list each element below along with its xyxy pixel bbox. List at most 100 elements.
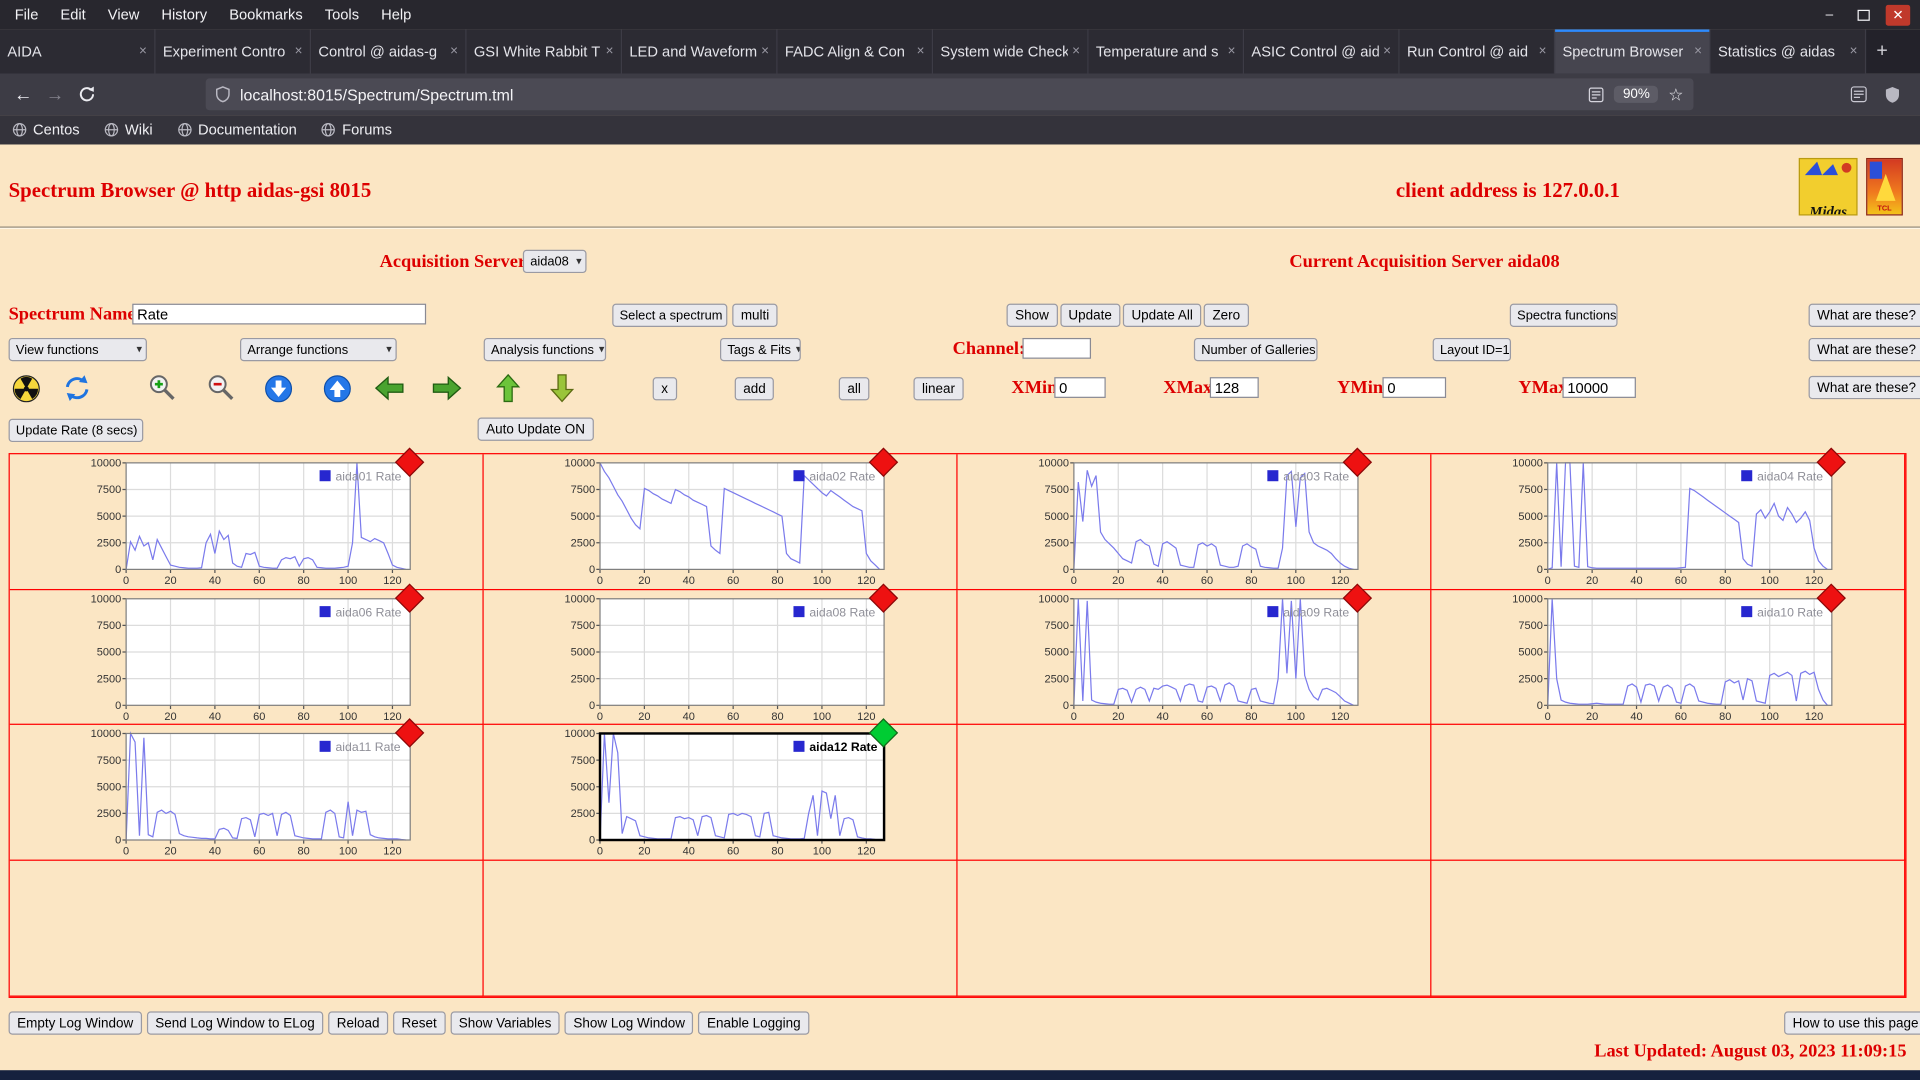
add-button[interactable]: add (735, 377, 775, 400)
spectrum-name-input[interactable] (132, 304, 426, 325)
arrange-functions-dropdown[interactable]: Arrange functions▾ (240, 338, 397, 361)
shield-permissions-icon[interactable] (216, 86, 231, 103)
tab-close-icon[interactable]: × (295, 44, 303, 59)
spectrum-chart-aida03[interactable]: 025005000750010000020406080100120aida03 … (1027, 459, 1360, 591)
zoom-in-button[interactable] (144, 372, 181, 404)
tab-run-control-aid[interactable]: Run Control @ aid× (1400, 29, 1556, 73)
show-log-window-button[interactable]: Show Log Window (565, 1011, 694, 1034)
spectrum-chart-aida02[interactable]: 025005000750010000020406080100120aida02 … (553, 459, 886, 591)
spectrum-cell-aida03[interactable]: 025005000750010000020406080100120aida03 … (958, 454, 1432, 590)
select-spectrum-dropdown[interactable]: Select a spectrum▾ (612, 304, 727, 327)
show-variables-button[interactable]: Show Variables (450, 1011, 560, 1034)
spectrum-chart-aida10[interactable]: 025005000750010000020406080100120aida10 … (1501, 595, 1834, 727)
zoom-out-button[interactable] (203, 372, 240, 404)
menu-view[interactable]: View (108, 6, 140, 23)
tab-experiment-contro[interactable]: Experiment Contro× (156, 29, 312, 73)
bookmark-wiki[interactable]: Wiki (104, 121, 153, 138)
menu-edit[interactable]: Edit (60, 6, 85, 23)
reload-button[interactable]: Reload (328, 1011, 388, 1034)
update-all-button[interactable]: Update All (1123, 304, 1202, 327)
send-log-window-to-elog-button[interactable]: Send Log Window to ELog (147, 1011, 324, 1034)
menu-help[interactable]: Help (381, 6, 411, 23)
tab-temperature-and-s[interactable]: Temperature and s× (1089, 29, 1245, 73)
zero-button[interactable]: Zero (1204, 304, 1249, 327)
number-of-galleries-dropdown[interactable]: Number of Galleries▾ (1194, 338, 1318, 361)
tab-asic-control-aid[interactable]: ASIC Control @ aid× (1244, 29, 1400, 73)
spectrum-chart-aida12[interactable]: 025005000750010000020406080100120aida12 … (553, 730, 886, 862)
ymax-input[interactable] (1562, 377, 1635, 398)
update-rate-dropdown[interactable]: Update Rate (8 secs)▾ (9, 419, 144, 442)
what-are-these-button-2[interactable]: What are these? (1809, 338, 1920, 361)
reset-button[interactable]: Reset (393, 1011, 445, 1034)
radiation-button[interactable] (7, 372, 44, 404)
tab-close-icon[interactable]: × (1539, 44, 1547, 59)
all-button[interactable]: all (839, 377, 870, 400)
tab-close-icon[interactable]: × (450, 44, 458, 59)
tab-close-icon[interactable]: × (761, 44, 769, 59)
tab-close-icon[interactable]: × (1228, 44, 1236, 59)
what-are-these-button-1[interactable]: What are these? (1809, 304, 1920, 327)
sidebar-list-icon[interactable] (1850, 86, 1867, 103)
channel-input[interactable] (1022, 338, 1091, 359)
multi-button[interactable]: multi (732, 304, 778, 327)
tab-statistics-aidas[interactable]: Statistics @ aidas× (1711, 29, 1867, 73)
spectrum-cell-aida11[interactable]: 025005000750010000020406080100120aida11 … (10, 725, 484, 861)
layout-id-dropdown[interactable]: Layout ID=1▾ (1433, 338, 1511, 361)
back-button[interactable]: ← (7, 78, 39, 110)
bookmark-star-icon[interactable]: ☆ (1668, 84, 1683, 105)
y-scale-up-button[interactable] (318, 372, 355, 404)
refresh-button[interactable] (59, 372, 96, 404)
pan-up-button[interactable] (490, 372, 527, 404)
menu-history[interactable]: History (161, 6, 207, 23)
show-button[interactable]: Show (1007, 304, 1058, 327)
minimize-button[interactable]: – (1817, 4, 1841, 25)
xmax-input[interactable] (1210, 377, 1259, 398)
spectrum-cell-aida06[interactable]: 025005000750010000020406080100120aida06 … (10, 590, 484, 726)
tab-fadc-align-con[interactable]: FADC Align & Con× (778, 29, 934, 73)
spectrum-cell-aida04[interactable]: 025005000750010000020406080100120aida04 … (1431, 454, 1905, 590)
how-to-use-button[interactable]: How to use this page (1784, 1011, 1920, 1034)
auto-update-button[interactable]: Auto Update ON (478, 418, 594, 441)
spectrum-chart-aida09[interactable]: 025005000750010000020406080100120aida09 … (1027, 595, 1360, 727)
new-tab-button[interactable]: + (1866, 29, 1898, 73)
acquisition-server-select[interactable]: aida08▾ (523, 250, 587, 273)
spectrum-chart-aida04[interactable]: 025005000750010000020406080100120aida04 … (1501, 459, 1834, 591)
pan-left-button[interactable] (371, 372, 408, 404)
empty-log-window-button[interactable]: Empty Log Window (9, 1011, 142, 1034)
tab-close-icon[interactable]: × (1383, 44, 1391, 59)
forward-button[interactable]: → (39, 78, 71, 110)
url-bar[interactable]: localhost:8015/Spectrum/Spectrum.tml 90%… (206, 78, 1694, 110)
tags-fits-dropdown[interactable]: Tags & Fits▾ (720, 338, 801, 361)
pan-right-button[interactable] (429, 372, 466, 404)
tab-close-icon[interactable]: × (139, 44, 147, 59)
spectrum-chart-aida11[interactable]: 025005000750010000020406080100120aida11 … (80, 730, 413, 862)
menu-tools[interactable]: Tools (325, 6, 359, 23)
x-button[interactable]: x (653, 377, 677, 400)
update-button[interactable]: Update (1060, 304, 1121, 327)
tab-close-icon[interactable]: × (917, 44, 925, 59)
menu-file[interactable]: File (15, 6, 39, 23)
zoom-level-button[interactable]: 90% (1614, 86, 1658, 103)
spectrum-cell-aida01[interactable]: 025005000750010000020406080100120aida01 … (10, 454, 484, 590)
tab-close-icon[interactable]: × (1072, 44, 1080, 59)
what-are-these-button-3[interactable]: What are these? (1809, 376, 1920, 399)
linear-button[interactable]: linear (913, 377, 963, 400)
menu-bookmarks[interactable]: Bookmarks (229, 6, 303, 23)
tab-close-icon[interactable]: × (1694, 44, 1702, 59)
tab-close-icon[interactable]: × (1850, 44, 1858, 59)
tab-gsi-white-rabbit-t[interactable]: GSI White Rabbit T× (467, 29, 623, 73)
pan-down-button[interactable] (544, 372, 581, 404)
reload-button[interactable] (71, 78, 103, 110)
close-button[interactable]: ✕ (1886, 4, 1910, 25)
bookmark-forums[interactable]: Forums (321, 121, 392, 138)
spectrum-cell-aida10[interactable]: 025005000750010000020406080100120aida10 … (1431, 590, 1905, 726)
maximize-button[interactable] (1851, 4, 1875, 25)
bookmark-documentation[interactable]: Documentation (177, 121, 297, 138)
tab-control-aidas-g[interactable]: Control @ aidas-g× (311, 29, 467, 73)
view-functions-dropdown[interactable]: View functions▾ (9, 338, 147, 361)
spectrum-cell-aida02[interactable]: 025005000750010000020406080100120aida02 … (484, 454, 958, 590)
xmin-input[interactable] (1054, 377, 1105, 398)
tab-aida[interactable]: AIDA× (0, 29, 156, 73)
reader-mode-icon[interactable] (1589, 86, 1605, 102)
spectrum-cell-aida12[interactable]: 025005000750010000020406080100120aida12 … (484, 725, 958, 861)
